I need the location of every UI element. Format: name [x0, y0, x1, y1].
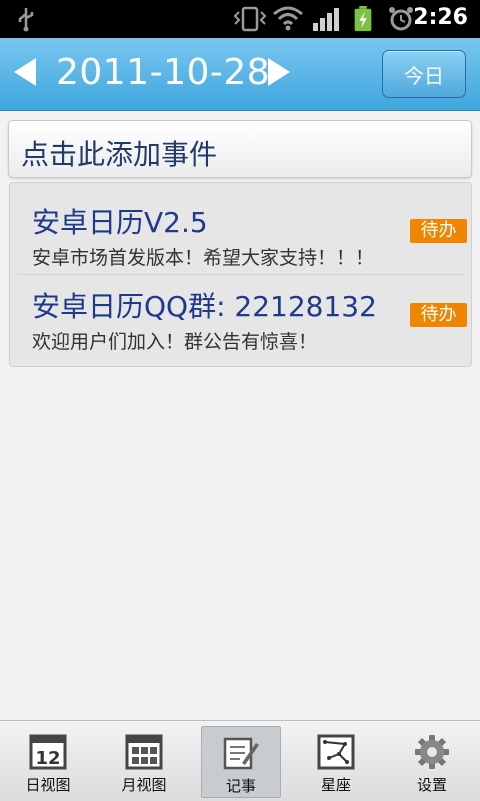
note-pen-icon — [223, 737, 259, 770]
tab-constellation[interactable]: 星座 — [297, 726, 375, 796]
gear-icon — [415, 735, 449, 769]
battery-charging-icon — [354, 6, 372, 32]
usb-icon — [18, 8, 34, 32]
constellation-icon — [317, 734, 355, 770]
vibrate-icon — [233, 6, 267, 32]
alarm-icon — [389, 7, 413, 31]
todo-badge: 待办 — [410, 219, 467, 243]
status-bar: 2:26 — [0, 0, 480, 38]
signal-icon — [313, 8, 339, 31]
add-event-button[interactable]: 点击此添加事件 — [8, 120, 472, 178]
day-calendar-icon: 12 — [29, 734, 67, 770]
event-description: 安卓市场首发版本！希望大家支持！！！ — [32, 247, 375, 269]
previous-day-arrow-icon[interactable] — [14, 58, 36, 86]
todo-badge: 待办 — [410, 303, 467, 327]
tab-day-view[interactable]: 12 日视图 — [9, 726, 87, 796]
wifi-icon — [273, 6, 303, 31]
tab-notes[interactable]: 记事 — [201, 726, 281, 798]
event-item[interactable]: 安卓日历QQ群: 22128132 欢迎用户们加入！群公告有惊喜！ 待办 — [10, 275, 471, 365]
next-day-arrow-icon[interactable] — [268, 58, 290, 86]
current-date: 2011-10-28 — [56, 52, 271, 93]
event-item[interactable]: 安卓日历V2.5 安卓市场首发版本！希望大家支持！！！ 待办 — [10, 183, 471, 273]
event-title: 安卓日历V2.5 — [32, 206, 208, 239]
month-calendar-icon — [125, 734, 163, 770]
tab-label: 星座 — [320, 776, 351, 794]
event-title: 安卓日历QQ群: 22128132 — [32, 290, 377, 323]
event-list: 安卓日历V2.5 安卓市场首发版本！希望大家支持！！！ 待办 安卓日历QQ群: … — [9, 182, 472, 367]
today-button[interactable]: 今日 — [382, 50, 466, 98]
tab-label: 日视图 — [25, 776, 71, 794]
clock: 2:26 — [413, 5, 468, 30]
tab-label: 设置 — [416, 776, 447, 794]
svg-text:12: 12 — [35, 748, 60, 769]
tab-label: 月视图 — [121, 776, 167, 794]
bottom-tab-bar: 12 日视图 月视图 记事 星座 设置 — [0, 720, 480, 801]
tab-label: 记事 — [225, 777, 256, 795]
tab-settings[interactable]: 设置 — [393, 726, 471, 796]
add-event-label: 点击此添加事件 — [21, 138, 218, 171]
tab-month-view[interactable]: 月视图 — [105, 726, 183, 796]
event-description: 欢迎用户们加入！群公告有惊喜！ — [32, 331, 318, 353]
date-header: 2011-10-28 今日 — [0, 38, 480, 111]
